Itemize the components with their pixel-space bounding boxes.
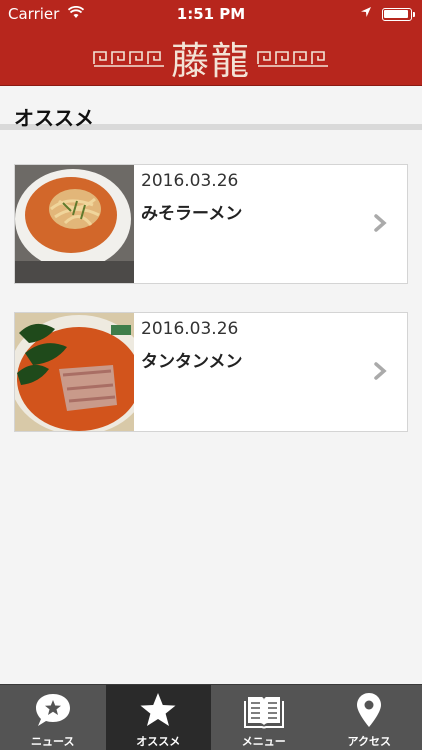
logo-text: 藤龍 [170,39,251,83]
location-pin-icon [357,693,382,727]
tab-label: オススメ [136,735,181,748]
chat-star-icon [35,694,70,726]
list-item[interactable]: 2016.03.26 みそラーメン [14,164,408,284]
list-item[interactable]: 2016.03.26 タンタンメン [14,312,408,432]
chevron-right-icon [374,214,387,232]
tab-label: メニュー [241,735,286,748]
location-arrow-icon [361,7,371,17]
nav-bar: 藤龍 [0,28,422,86]
tantanmen-image [15,313,134,431]
item-date: 2016.03.26 [141,171,239,191]
fret-ornament-right-icon [257,50,329,67]
tab-recommended[interactable]: オススメ [105,685,211,750]
tab-news[interactable]: ニュース [0,685,106,750]
chevron-right-icon [374,362,387,380]
tab-bar: ニュース オススメ メニュー アクセス [0,684,422,750]
tab-access[interactable]: アクセス [317,685,422,750]
item-name: みそラーメン [141,204,243,224]
item-name: タンタンメン [141,352,243,372]
battery-icon [382,8,415,21]
tab-menu[interactable]: メニュー [211,685,317,750]
miso-ramen-image [15,165,134,283]
tab-label: ニュース [31,735,75,748]
app-logo: 藤龍 [0,30,422,85]
item-date: 2016.03.26 [141,319,239,339]
section-header: オススメ [0,86,422,130]
tab-label: アクセス [347,735,391,748]
fret-ornament-left-icon [93,50,164,67]
status-bar: Carrier 1:51 PM [0,0,422,28]
book-icon [243,697,284,729]
clock: 1:51 PM [176,5,246,23]
section-title: オススメ [14,106,94,130]
star-icon [140,693,176,726]
